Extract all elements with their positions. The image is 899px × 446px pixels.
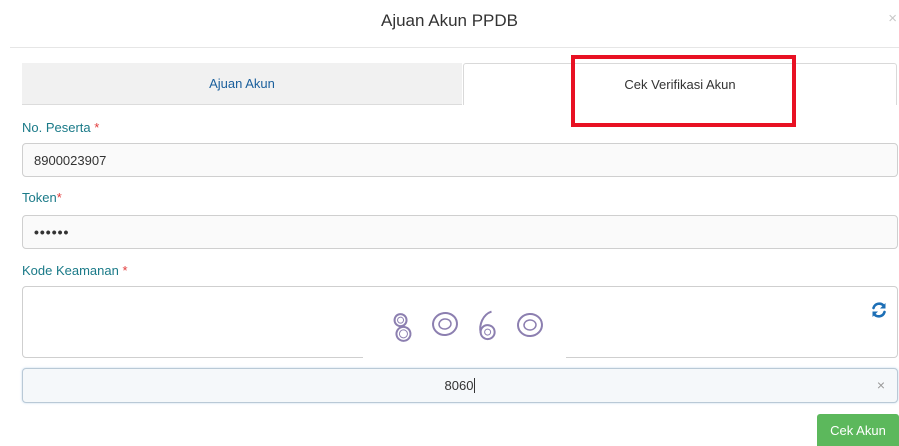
- required-mark: *: [56, 190, 62, 205]
- no-peserta-label: No. Peserta *: [22, 120, 100, 135]
- tab-label: Cek Verifikasi Akun: [624, 77, 736, 92]
- text-cursor: [474, 378, 476, 393]
- required-mark: *: [94, 120, 100, 135]
- cek-akun-button[interactable]: Cek Akun: [817, 414, 899, 446]
- security-code-value: 8060: [444, 378, 474, 393]
- no-peserta-field[interactable]: 8900023907: [22, 143, 898, 177]
- tab-ajuan-akun[interactable]: Ajuan Akun: [22, 63, 462, 105]
- no-peserta-value: 8900023907: [34, 152, 107, 168]
- refresh-icon[interactable]: [871, 302, 887, 318]
- tab-label: Ajuan Akun: [209, 76, 275, 91]
- token-label: Token*: [22, 190, 62, 205]
- header-divider: [10, 47, 899, 48]
- clear-icon[interactable]: ×: [877, 377, 885, 393]
- token-value: ••••••: [34, 224, 70, 240]
- captcha-image: [363, 295, 566, 359]
- security-code-input[interactable]: 8060 ×: [22, 368, 898, 403]
- kode-keamanan-label: Kode Keamanan *: [22, 263, 128, 278]
- close-icon[interactable]: ×: [888, 10, 897, 27]
- token-field[interactable]: ••••••: [22, 215, 898, 249]
- captcha-box: [22, 286, 898, 359]
- modal-title: Ajuan Akun PPDB: [380, 11, 519, 30]
- tab-cek-verifikasi-akun[interactable]: Cek Verifikasi Akun: [463, 63, 897, 105]
- required-mark: *: [122, 263, 128, 278]
